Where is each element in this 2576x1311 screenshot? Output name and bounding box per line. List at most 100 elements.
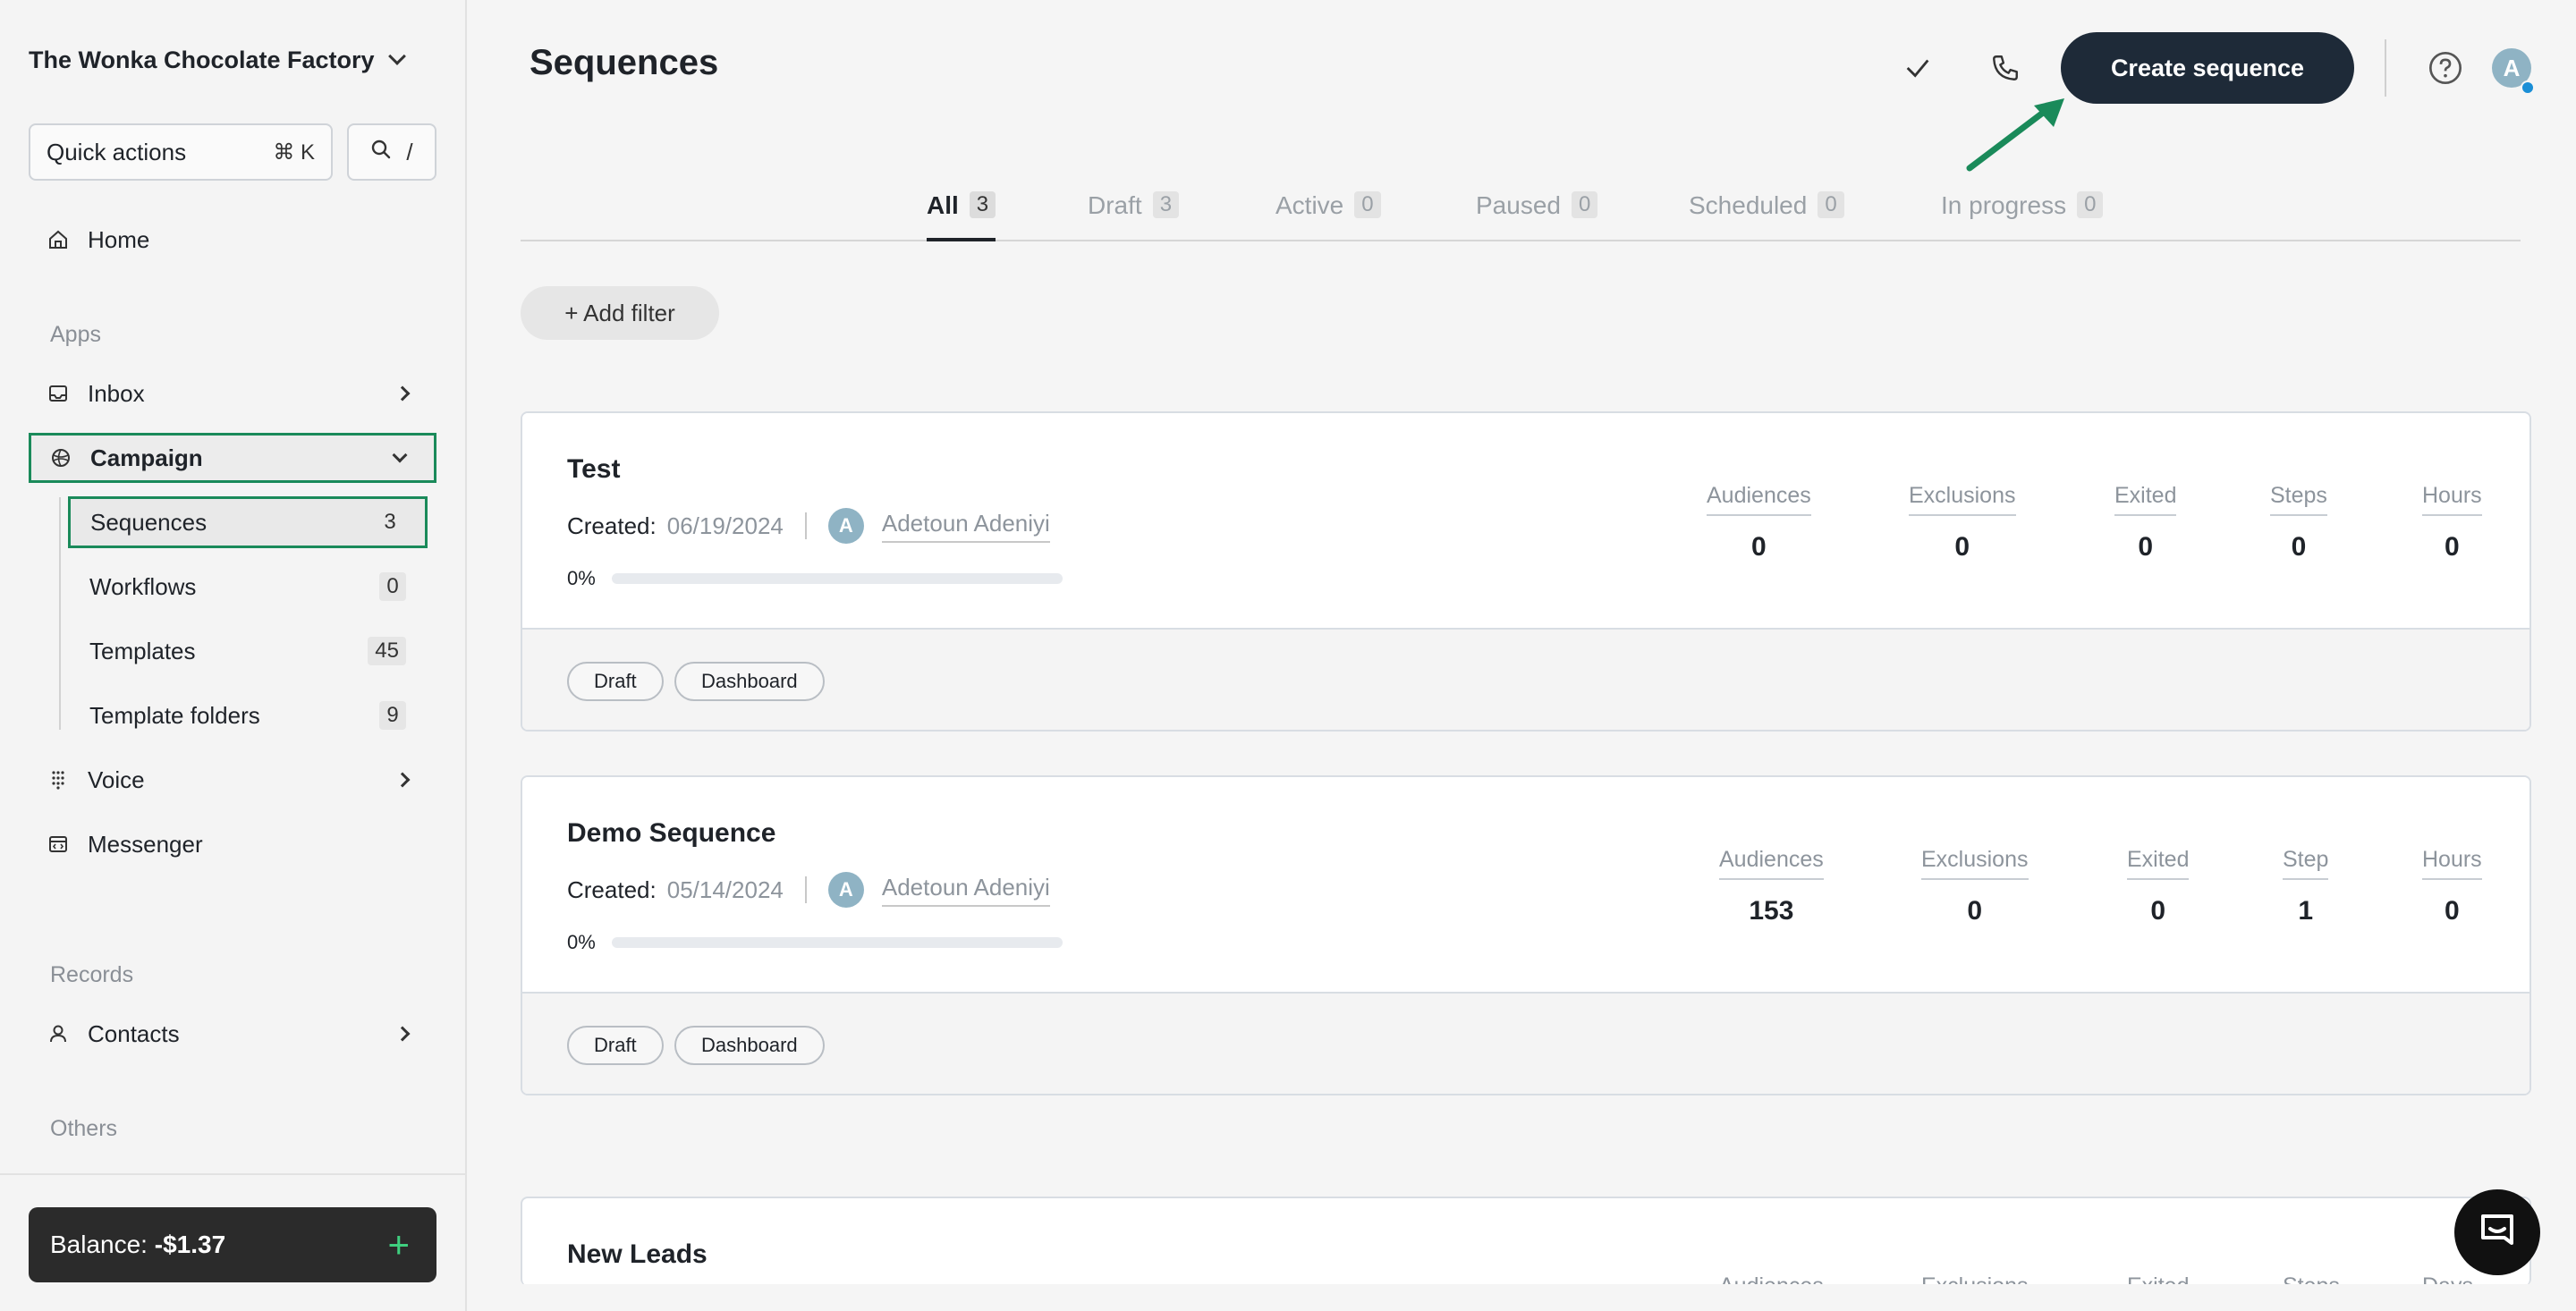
- tab-label: Active: [1275, 191, 1344, 219]
- progress-bar: [611, 573, 1063, 584]
- stat-value: 0: [2445, 532, 2460, 562]
- status-dot: [2521, 80, 2535, 95]
- divider: [804, 512, 807, 539]
- help-icon[interactable]: [2428, 50, 2463, 86]
- status-badge: Draft: [567, 1026, 664, 1065]
- status-tabs: All 3 Draft 3 Active 0 Paused 0 Schedule…: [521, 184, 2521, 241]
- chat-launcher-button[interactable]: [2454, 1189, 2540, 1275]
- page-title: Sequences: [530, 43, 719, 82]
- tab-count: 3: [969, 191, 996, 218]
- phone-icon[interactable]: [1987, 50, 2023, 86]
- tab-label: All: [927, 191, 959, 219]
- created-info: Created: 06/19/2024 A Adetoun Adeniyi: [567, 508, 1050, 544]
- owner-name[interactable]: Adetoun Adeniyi: [881, 874, 1050, 907]
- progress: 0%: [567, 931, 1063, 954]
- stat-label: Hours: [2422, 847, 2482, 880]
- home-icon: [47, 228, 70, 251]
- stat-value: 153: [1749, 896, 1794, 926]
- sequence-card[interactable]: Test Created: 06/19/2024 A Adetoun Adeni…: [521, 411, 2531, 732]
- card-header: Demo Sequence Created: 05/14/2024 A Adet…: [522, 777, 2529, 994]
- org-switcher[interactable]: The Wonka Chocolate Factory: [29, 45, 406, 75]
- sidebar-item-inbox[interactable]: Inbox: [29, 368, 436, 419]
- tab-draft[interactable]: Draft 3: [1088, 191, 1180, 241]
- quick-actions-button[interactable]: Quick actions ⌘ K: [29, 123, 333, 181]
- stat-label: Exclusions: [1909, 483, 2016, 516]
- chevron-right-icon: [394, 1026, 411, 1042]
- create-sequence-button[interactable]: Create sequence: [2061, 32, 2354, 104]
- stat-label: Hours: [2422, 483, 2482, 516]
- sidebar: The Wonka Chocolate Factory Quick action…: [0, 0, 467, 1311]
- keypad-icon: [47, 768, 70, 791]
- tab-all[interactable]: All 3: [927, 191, 996, 241]
- created-date: 06/19/2024: [666, 512, 784, 539]
- quick-actions-shortcut: ⌘ K: [273, 140, 315, 165]
- tab-scheduled[interactable]: Scheduled 0: [1689, 191, 1844, 241]
- sidebar-item-workflows[interactable]: Workflows 0: [68, 561, 428, 613]
- stat-value: 0: [2445, 896, 2460, 926]
- stat-audiences: Audiences 0: [1707, 483, 1811, 562]
- sidebar-item-campaign[interactable]: Campaign: [29, 433, 436, 483]
- balance-panel[interactable]: Balance: -$1.37 +: [29, 1207, 436, 1282]
- main-content: Sequences Create sequence A All 3 Draft …: [469, 0, 2576, 1311]
- chevron-down-icon: [392, 447, 408, 463]
- stat-audiences: Audiences 153: [1719, 847, 1824, 926]
- count-badge: 0: [379, 572, 406, 601]
- sidebar-item-sequences[interactable]: Sequences 3: [68, 496, 428, 548]
- tab-in-progress[interactable]: In progress 0: [1941, 191, 2104, 241]
- stat-step: Step 1: [2283, 847, 2329, 926]
- divider: [2385, 39, 2386, 97]
- sidebar-item-label: Sequences: [90, 508, 208, 536]
- sidebar-item-voice[interactable]: Voice: [29, 755, 436, 805]
- sequence-card[interactable]: Demo Sequence Created: 05/14/2024 A Adet…: [521, 775, 2531, 1095]
- card-footer: Draft Dashboard: [522, 994, 2529, 1094]
- section-label-others: Others: [50, 1116, 118, 1141]
- sequence-title[interactable]: Demo Sequence: [567, 818, 775, 849]
- sidebar-item-templates[interactable]: Templates 45: [68, 625, 428, 677]
- tab-label: In progress: [1941, 191, 2067, 219]
- stat-value: 0: [2291, 532, 2307, 562]
- tab-label: Scheduled: [1689, 191, 1808, 219]
- progress-label: 0%: [567, 567, 596, 589]
- dashboard-button[interactable]: Dashboard: [674, 1026, 825, 1065]
- sidebar-item-contacts[interactable]: Contacts: [29, 1009, 436, 1059]
- stat-exited: Exited 0: [2127, 847, 2190, 926]
- balance-label: Balance:: [50, 1231, 148, 1258]
- add-filter-button[interactable]: + Add filter: [521, 286, 719, 340]
- sidebar-item-label: Messenger: [88, 830, 203, 858]
- created-date: 05/14/2024: [666, 875, 784, 903]
- sequence-card[interactable]: New Leads Audiences Exclusions Exited St…: [521, 1197, 2531, 1286]
- tab-paused[interactable]: Paused 0: [1476, 191, 1598, 241]
- person-icon: [47, 1022, 70, 1045]
- sequence-title[interactable]: New Leads: [567, 1239, 708, 1270]
- sidebar-item-home[interactable]: Home: [29, 215, 436, 265]
- search-button[interactable]: /: [347, 123, 436, 181]
- sequence-title[interactable]: Test: [567, 454, 620, 485]
- sidebar-item-messenger[interactable]: Messenger: [29, 819, 436, 869]
- progress-label: 0%: [567, 931, 596, 953]
- stat-label: Exited: [2127, 847, 2190, 880]
- tab-count: 0: [1818, 191, 1844, 218]
- quick-actions-label: Quick actions: [47, 138, 187, 165]
- count-badge: 45: [368, 637, 406, 665]
- add-balance-button[interactable]: +: [387, 1226, 410, 1264]
- stat-label: Exclusions: [1921, 847, 2029, 880]
- stat-value: 0: [1954, 532, 1970, 562]
- tab-active[interactable]: Active 0: [1275, 191, 1381, 241]
- sidebar-item-label: Templates: [89, 637, 196, 664]
- stat-value: 1: [2298, 896, 2314, 926]
- stat-value: 0: [2150, 896, 2166, 926]
- owner-name[interactable]: Adetoun Adeniyi: [881, 510, 1050, 543]
- tab-label: Paused: [1476, 191, 1561, 219]
- owner-avatar: A: [827, 872, 864, 908]
- check-icon[interactable]: [1900, 50, 1936, 86]
- chat-icon: [2476, 1209, 2519, 1256]
- sidebar-item-template-folders[interactable]: Template folders 9: [68, 689, 428, 741]
- tab-count: 0: [1571, 191, 1598, 218]
- dashboard-button[interactable]: Dashboard: [674, 662, 825, 701]
- section-label-records: Records: [50, 962, 134, 987]
- tab-label: Draft: [1088, 191, 1142, 219]
- stat-label: Steps: [2270, 483, 2327, 516]
- balance-value: -$1.37: [154, 1231, 226, 1258]
- sidebar-item-label: Contacts: [88, 1019, 180, 1047]
- search-icon: [370, 139, 392, 166]
